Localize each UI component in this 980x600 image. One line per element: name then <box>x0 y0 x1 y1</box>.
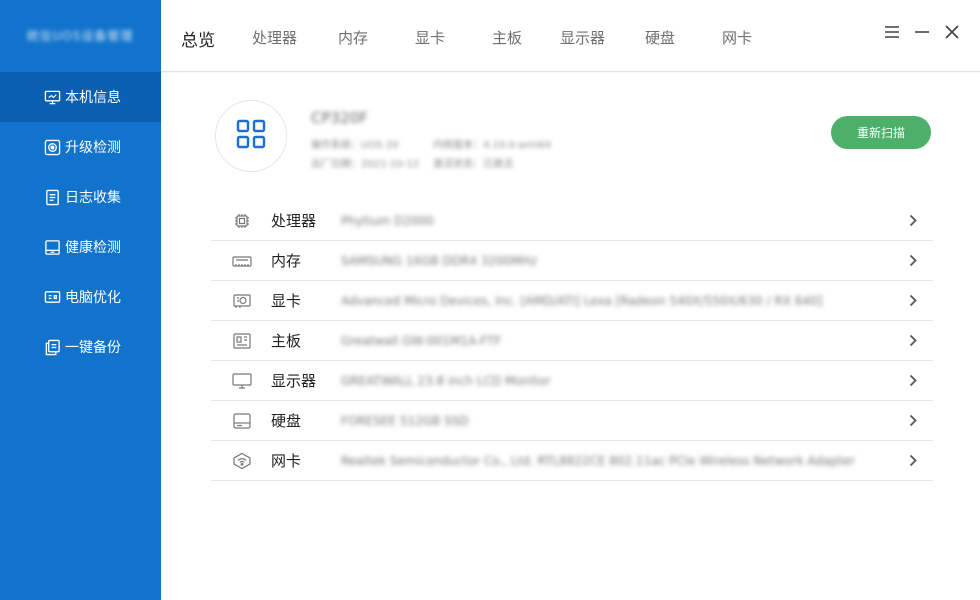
meta-activation: 激活状态：已激活 <box>433 159 513 170</box>
tab-network[interactable]: 网卡 <box>722 27 752 48</box>
device-value: Greatwall GW-001M1A-FTF <box>341 333 502 348</box>
sidebar-item-backup[interactable]: 一键备份 <box>0 322 161 372</box>
device-label: 主板 <box>271 332 302 350</box>
optimize-icon <box>43 288 61 306</box>
tab-graphics[interactable]: 显卡 <box>415 27 445 48</box>
brand-logo: 统信UOS设备管理 <box>26 28 134 43</box>
device-row-network[interactable]: 网卡 Realtek Semiconductor Co., Ltd. RTL88… <box>211 441 933 481</box>
device-row-memory[interactable]: 内存 SAMSUNG 16GB DDR4 3200MHz <box>211 241 933 281</box>
device-value: Phytium D2000 <box>341 213 434 228</box>
chevron-right-icon <box>907 214 919 228</box>
sidebar: 统信UOS设备管理 本机信息 升级检测 日志收集 健康检测 电脑优化 一键备份 <box>0 0 161 600</box>
device-value: SAMSUNG 16GB DDR4 3200MHz <box>341 253 537 268</box>
tab-memory[interactable]: 内存 <box>338 27 368 48</box>
backup-icon <box>43 338 61 356</box>
overview-panel: CP320F 操作系统：UOS 20 内核版本：4.19.0-arm64 出厂日… <box>161 73 980 600</box>
chevron-right-icon <box>907 254 919 268</box>
device-value: GREATWALL 23.8 inch LCD Monitor <box>341 373 551 388</box>
device-row-disk[interactable]: 硬盘 FORESEE 512GB SSD <box>211 401 933 441</box>
log-icon <box>43 188 61 206</box>
device-label: 网卡 <box>271 452 302 470</box>
device-row-processor[interactable]: 处理器 Phytium D2000 <box>211 201 933 241</box>
sidebar-item-local-info[interactable]: 本机信息 <box>0 72 161 122</box>
window-controls <box>882 22 962 42</box>
sidebar-item-label: 升级检测 <box>65 140 121 156</box>
device-label: 内存 <box>271 252 302 270</box>
gpu-icon <box>227 292 257 310</box>
grid-icon <box>236 119 266 153</box>
sidebar-item-optimize[interactable]: 电脑优化 <box>0 272 161 322</box>
wifi-icon <box>227 452 257 470</box>
chevron-right-icon <box>907 294 919 308</box>
chevron-right-icon <box>907 454 919 468</box>
meta-os: 操作系统：UOS 20 <box>311 140 399 151</box>
display-icon <box>227 372 257 390</box>
device-row-display[interactable]: 显示器 GREATWALL 23.8 inch LCD Monitor <box>211 361 933 401</box>
device-row-graphics[interactable]: 显卡 Advanced Micro Devices, Inc. [AMD/ATI… <box>211 281 933 321</box>
chevron-right-icon <box>907 334 919 348</box>
rescan-button[interactable]: 重新扫描 <box>831 116 931 149</box>
sidebar-nav: 本机信息 升级检测 日志收集 健康检测 电脑优化 一键备份 <box>0 72 161 372</box>
device-model: CP320F <box>311 109 368 127</box>
tab-motherboard[interactable]: 主板 <box>492 27 522 48</box>
upgrade-icon <box>43 138 61 156</box>
sidebar-item-label: 日志收集 <box>65 190 121 206</box>
device-avatar <box>215 100 287 172</box>
tab-display[interactable]: 显示器 <box>560 27 605 48</box>
minimize-icon[interactable] <box>912 22 932 42</box>
cpu-icon <box>227 212 257 230</box>
menu-icon[interactable] <box>882 22 902 42</box>
meta-kernel: 内核版本：4.19.0-arm64 <box>433 140 551 151</box>
sidebar-item-label: 一键备份 <box>65 340 121 356</box>
disk-icon <box>227 412 257 430</box>
tab-processor[interactable]: 处理器 <box>252 27 297 48</box>
device-row-motherboard[interactable]: 主板 Greatwall GW-001M1A-FTF <box>211 321 933 361</box>
sidebar-item-label: 电脑优化 <box>65 290 121 306</box>
device-value: FORESEE 512GB SSD <box>341 413 469 428</box>
chevron-right-icon <box>907 374 919 388</box>
sidebar-item-log[interactable]: 日志收集 <box>0 172 161 222</box>
memory-icon <box>227 252 257 270</box>
sidebar-item-label: 健康检测 <box>65 240 121 256</box>
health-icon <box>43 238 61 256</box>
motherboard-icon <box>227 332 257 350</box>
device-value: Realtek Semiconductor Co., Ltd. RTL8822C… <box>341 453 855 468</box>
sidebar-item-health[interactable]: 健康检测 <box>0 222 161 272</box>
top-tab-bar: 总览 处理器 内存 显卡 主板 显示器 硬盘 网卡 <box>161 0 980 72</box>
monitor-icon <box>43 88 61 106</box>
device-list: 处理器 Phytium D2000 内存 SAMSUNG 16GB DDR4 3… <box>211 201 933 481</box>
sidebar-item-upgrade[interactable]: 升级检测 <box>0 122 161 172</box>
sidebar-item-label: 本机信息 <box>65 90 121 106</box>
device-label: 显卡 <box>271 292 302 310</box>
device-label: 显示器 <box>271 372 317 390</box>
close-icon[interactable] <box>942 22 962 42</box>
device-label: 处理器 <box>271 212 317 230</box>
device-label: 硬盘 <box>271 412 302 430</box>
meta-date: 出厂日期：2021-10-12 <box>311 159 420 170</box>
device-value: Advanced Micro Devices, Inc. [AMD/ATI] L… <box>341 293 823 308</box>
tab-disk[interactable]: 硬盘 <box>645 27 675 48</box>
tab-overview[interactable]: 总览 <box>181 26 215 51</box>
chevron-right-icon <box>907 414 919 428</box>
